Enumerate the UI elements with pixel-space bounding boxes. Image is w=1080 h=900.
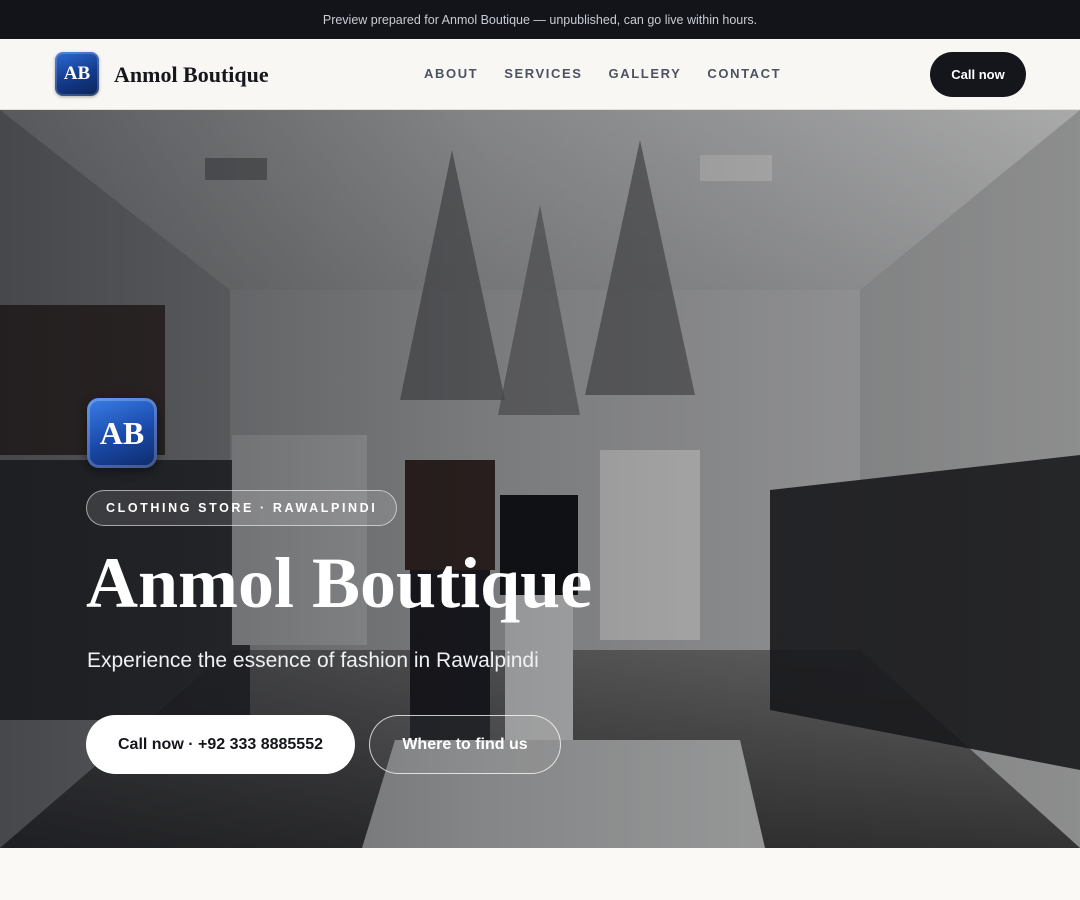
nav-gallery[interactable]: GALLERY [609, 66, 682, 81]
site-header: AB Anmol Boutique ABOUT SERVICES GALLERY… [0, 39, 1080, 110]
hero-subtitle: Experience the essence of fashion in Raw… [87, 649, 539, 672]
logo-badge[interactable]: AB [55, 52, 99, 96]
brand-name[interactable]: Anmol Boutique [114, 62, 269, 88]
find-us-button[interactable]: Where to find us [369, 715, 561, 774]
category-tagline: CLOTHING STORE · RAWALPINDI [86, 490, 398, 526]
announcement-text: Preview prepared for Anmol Boutique — un… [322, 12, 758, 27]
announcement-bar: Preview prepared for Anmol Boutique — un… [0, 0, 1080, 39]
nav-services[interactable]: SERVICES [504, 66, 582, 81]
main-nav: ABOUT SERVICES GALLERY CONTACT [424, 66, 781, 81]
nav-contact[interactable]: CONTACT [707, 66, 781, 81]
hero-title: Anmol Boutique [86, 543, 593, 623]
hero-section: AB CLOTHING STORE · RAWALPINDI Anmol Bou… [0, 110, 1080, 848]
call-now-button[interactable]: Call now [930, 52, 1026, 97]
call-phone-button[interactable]: Call now · +92 333 8885552 [86, 715, 355, 774]
nav-about[interactable]: ABOUT [424, 66, 478, 81]
hero-logo-badge: AB [87, 398, 157, 468]
